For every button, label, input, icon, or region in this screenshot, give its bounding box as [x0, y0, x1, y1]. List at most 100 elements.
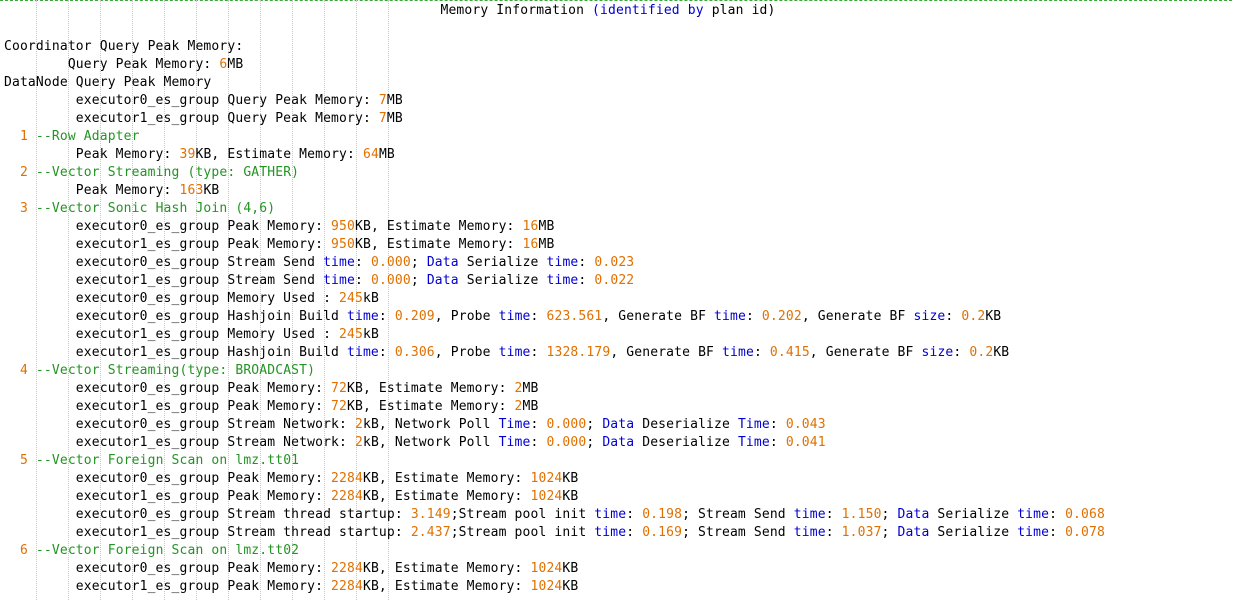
text-segment: executor1_es_group Hashjoin Build: [4, 345, 347, 360]
text-segment: KB: [993, 345, 1010, 360]
text-segment: MB: [522, 399, 539, 414]
text-segment: :: [578, 273, 595, 288]
text-segment: ;: [586, 435, 603, 450]
text-segment: kB, Network Poll: [362, 435, 499, 450]
numeric-value: 2.437: [410, 525, 451, 540]
text-segment: Memory Information: [440, 3, 593, 18]
output-line: executor0_es_group Query Peak Memory: 7M…: [4, 92, 403, 110]
output-line: executor0_es_group Peak Memory: 2284KB, …: [4, 560, 578, 578]
text-segment: ;: [410, 255, 427, 270]
text-segment: :: [769, 417, 786, 432]
keyword-text: time: [546, 273, 579, 288]
numeric-value: 0.306: [394, 345, 435, 360]
output-line: executor1_es_group Stream Network: 2kB, …: [4, 434, 826, 452]
operator-label: --Vector Foreign Scan on lmz.tt02: [35, 543, 300, 558]
numeric-value: 1.037: [841, 525, 882, 540]
text-segment: executor1_es_group Stream thread startup…: [4, 525, 411, 540]
text-segment: :: [1049, 525, 1066, 540]
numeric-value: 2284: [331, 489, 363, 504]
text-segment: KB: [562, 561, 579, 576]
operator-label: --Vector Foreign Scan on lmz.tt01: [35, 453, 300, 468]
keyword-text: Data: [426, 255, 459, 270]
numeric-value: 1328.179: [546, 345, 611, 360]
keyword-text: time: [594, 507, 627, 522]
text-segment: :: [378, 309, 395, 324]
text-segment: MB: [538, 237, 555, 252]
text-segment: KB: [203, 183, 220, 198]
keyword-text: Time: [737, 417, 770, 432]
output-line: Peak Memory: 39KB, Estimate Memory: 64MB: [4, 146, 395, 164]
output-line: executor0_es_group Stream thread startup…: [4, 506, 1105, 524]
text-segment: executor0_es_group Peak Memory:: [4, 381, 332, 396]
numeric-value: 0.2: [961, 309, 986, 324]
text-segment: executor0_es_group Stream Network:: [4, 417, 355, 432]
numeric-value: 2: [354, 435, 363, 450]
keyword-text: time: [1017, 507, 1050, 522]
text-segment: KB, Estimate Memory:: [354, 237, 523, 252]
output-line: executor0_es_group Stream Network: 2kB, …: [4, 416, 826, 434]
numeric-value: 4: [4, 363, 36, 378]
numeric-value: 5: [4, 453, 36, 468]
text-segment: executor0_es_group Query Peak Memory:: [4, 93, 379, 108]
numeric-value: 0.043: [785, 417, 826, 432]
operator-label: --Vector Streaming(type: BROADCAST): [35, 363, 316, 378]
text-segment: executor1_es_group Peak Memory:: [4, 579, 332, 594]
keyword-text: Time: [498, 435, 531, 450]
keyword-text: time: [1017, 525, 1050, 540]
text-segment: :: [578, 255, 595, 270]
text-segment: executor0_es_group Memory Used :: [4, 291, 340, 306]
text-segment: KB, Estimate Memory:: [362, 489, 531, 504]
output-line: Coordinator Query Peak Memory:: [4, 38, 243, 56]
text-segment: Deserialize: [634, 435, 738, 450]
keyword-text: size: [913, 309, 946, 324]
numeric-value: 0.078: [1065, 525, 1105, 540]
keyword-text: time: [347, 345, 379, 360]
text-segment: KB, Estimate Memory:: [362, 471, 531, 486]
text-segment: Peak Memory:: [4, 183, 180, 198]
keyword-text: time: [498, 309, 531, 324]
keyword-text: time: [323, 255, 355, 270]
numeric-value: 245: [339, 327, 363, 342]
text-segment: ;: [410, 273, 427, 288]
text-segment: MB: [538, 219, 555, 234]
keyword-text: time: [714, 309, 746, 324]
text-segment: KB, Estimate Memory:: [347, 399, 515, 414]
text-segment: executor1_es_group Peak Memory:: [4, 489, 332, 504]
text-segment: ; Stream Send: [682, 525, 794, 540]
output-line: executor0_es_group Stream Send time: 0.0…: [4, 254, 634, 272]
numeric-value: 3.149: [410, 507, 451, 522]
text-segment: :: [825, 507, 842, 522]
text-segment: :: [1049, 507, 1066, 522]
keyword-text: (identified by: [592, 3, 704, 18]
text-segment: ;Stream pool init: [450, 507, 595, 522]
output-line: executor1_es_group Stream Send time: 0.0…: [4, 272, 634, 290]
output-line: executor0_es_group Memory Used : 245kB: [4, 290, 379, 308]
numeric-value: 1: [4, 129, 36, 144]
text-segment: :: [530, 309, 547, 324]
text-segment: Coordinator Query Peak Memory:: [4, 39, 244, 54]
text-segment: executor1_es_group Memory Used :: [4, 327, 340, 342]
text-segment: :: [530, 435, 547, 450]
numeric-value: 2284: [331, 561, 363, 576]
text-segment: :: [378, 345, 395, 360]
text-segment: , Generate BF: [602, 309, 715, 324]
keyword-text: Time: [498, 417, 531, 432]
text-segment: :: [355, 255, 371, 270]
numeric-value: 1024: [530, 489, 563, 504]
keyword-text: time: [793, 507, 826, 522]
text-segment: Serialize: [929, 507, 1018, 522]
keyword-text: time: [498, 345, 531, 360]
text-segment: executor1_es_group Peak Memory:: [4, 399, 332, 414]
output-line: 1 --Row Adapter: [4, 128, 140, 146]
output-line: DataNode Query Peak Memory: [4, 74, 211, 92]
text-segment: KB: [985, 309, 1002, 324]
numeric-value: 950: [331, 219, 355, 234]
output-line: 6 --Vector Foreign Scan on lmz.tt02: [4, 542, 299, 560]
output-line: Query Peak Memory: 6MB: [4, 56, 243, 74]
text-segment: KB, Estimate Memory:: [362, 561, 531, 576]
numeric-value: 2284: [331, 471, 363, 486]
output-line: 3 --Vector Sonic Hash Join (4,6): [4, 200, 275, 218]
text-segment: executor0_es_group Peak Memory:: [4, 219, 332, 234]
keyword-text: Time: [737, 435, 770, 450]
numeric-value: 0.198: [642, 507, 683, 522]
